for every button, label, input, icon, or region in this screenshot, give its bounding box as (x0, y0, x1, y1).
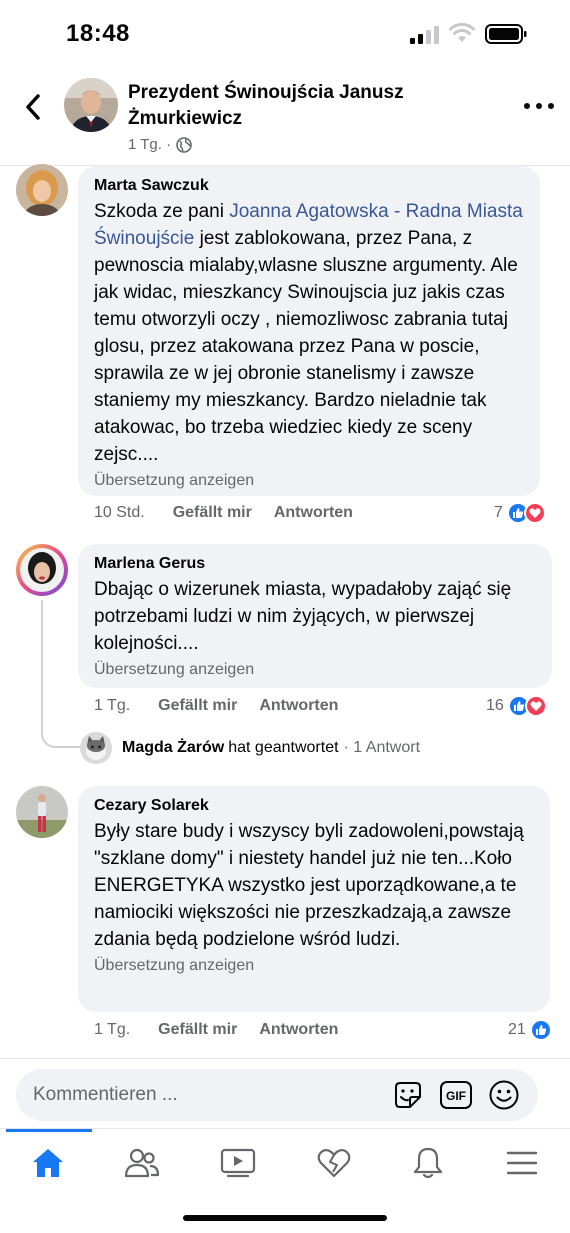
love-reaction-icon (524, 695, 547, 717)
post-time[interactable]: 1 Tg. · (128, 136, 171, 153)
comment-text-part: Szkoda ze pani (94, 201, 230, 222)
comment-text: Szkoda ze pani Joanna Agatowska - Radna … (94, 198, 524, 468)
reactions-summary[interactable]: 21 (508, 1019, 552, 1041)
back-button[interactable] (18, 90, 48, 124)
nav-dating[interactable] (314, 1145, 354, 1181)
more-dot (548, 103, 554, 109)
nav-menu[interactable] (502, 1145, 542, 1181)
bell-icon (413, 1147, 443, 1179)
comment-actions: 1 Tg. Gefällt mir Antworten (94, 1021, 360, 1039)
reply-count: · 1 Antwort (343, 739, 421, 756)
comment-author[interactable]: Marlena Gerus (94, 554, 536, 574)
comment-actions: 1 Tg. Gefällt mir Antworten (94, 697, 360, 715)
commenter-avatar[interactable] (16, 786, 68, 838)
comment-text-part: jest zablokowana, przez Pana, z pewnosci… (94, 228, 518, 465)
reply-button[interactable]: Antworten (259, 1021, 338, 1039)
comment-bubble[interactable]: Marta Sawczuk Szkoda ze pani Joanna Agat… (78, 166, 540, 496)
reactions-summary[interactable]: 16 (486, 695, 547, 717)
gif-button[interactable]: GIF (440, 1079, 472, 1111)
see-translation-link[interactable]: Übersetzung anzeigen (94, 955, 534, 977)
page-title[interactable]: Prezydent Świnoujścia Janusz Żmurkiewicz (128, 80, 508, 132)
comment-author[interactable]: Marta Sawczuk (94, 176, 524, 196)
gif-icon: GIF (440, 1081, 472, 1109)
love-reaction-icon (523, 502, 546, 524)
commenter-avatar[interactable] (16, 164, 68, 216)
emoji-button[interactable] (488, 1079, 520, 1111)
like-button[interactable]: Gefällt mir (158, 697, 237, 715)
globe-icon (176, 136, 192, 153)
reply-button[interactable]: Antworten (259, 697, 338, 715)
reaction-count: 7 (494, 504, 503, 521)
battery-icon (485, 24, 527, 44)
nav-notifications[interactable] (408, 1145, 448, 1181)
comment-text: Dbając o wizerunek miasta, wypadałoby za… (94, 579, 512, 654)
gif-label: GIF (446, 1089, 466, 1103)
comment-text: Były stare budy i wszyscy byli zadowolen… (94, 821, 524, 950)
author-avatar[interactable] (64, 78, 118, 132)
reactions-summary[interactable]: 7 (494, 502, 546, 524)
emoji-icon (489, 1080, 519, 1110)
wifi-icon (449, 22, 475, 42)
post-meta: 1 Tg. · (128, 136, 192, 153)
chevron-left-icon (26, 94, 40, 120)
replies-preview[interactable]: Magda Żarów hat geantwortet · 1 Antwort (80, 732, 420, 764)
commenter-avatar[interactable] (16, 544, 68, 596)
status-time: 18:48 (66, 20, 130, 47)
comment-time: 1 Tg. (94, 1021, 131, 1038)
more-dot (524, 103, 530, 109)
heart-icon (317, 1149, 351, 1178)
see-translation-link[interactable]: Übersetzung anzeigen (94, 659, 536, 681)
reply-author: Magda Żarów (122, 739, 225, 756)
more-dot (536, 103, 542, 109)
thread-connector (41, 600, 81, 748)
comment-time: 10 Std. (94, 504, 145, 521)
reaction-count: 21 (508, 1021, 526, 1038)
post-header: Prezydent Świnoujścia Janusz Żmurkiewicz… (0, 66, 570, 166)
comment-time: 1 Tg. (94, 697, 131, 714)
like-button[interactable]: Gefällt mir (158, 1021, 237, 1039)
more-options-button[interactable] (524, 96, 554, 116)
status-bar: 18:48 (0, 0, 570, 66)
comment-author[interactable]: Cezary Solarek (94, 796, 534, 816)
cellular-signal-icon (410, 26, 439, 44)
menu-icon (506, 1151, 538, 1175)
home-indicator[interactable] (183, 1215, 387, 1221)
reply-action: hat geantwortet (228, 739, 339, 756)
reply-avatar (80, 732, 112, 764)
comment-bubble[interactable]: Cezary Solarek Były stare budy i wszyscy… (78, 786, 550, 1012)
nav-home[interactable] (28, 1145, 68, 1181)
like-button[interactable]: Gefällt mir (173, 504, 252, 522)
nav-friends[interactable] (122, 1145, 162, 1181)
active-tab-indicator (6, 1129, 92, 1132)
nav-watch[interactable] (218, 1145, 258, 1181)
like-reaction-icon (529, 1019, 552, 1041)
friends-icon (124, 1148, 160, 1178)
reaction-count: 16 (486, 697, 504, 714)
comment-bubble[interactable]: Marlena Gerus Dbając o wizerunek miasta,… (78, 544, 552, 688)
comment-input-placeholder: Kommentieren ... (33, 1084, 178, 1105)
video-icon (220, 1148, 256, 1178)
comment-input[interactable]: Kommentieren ... GIF (16, 1069, 538, 1121)
reply-button[interactable]: Antworten (274, 504, 353, 522)
comment-actions: 10 Std. Gefällt mir Antworten (94, 504, 375, 522)
see-translation-link[interactable]: Übersetzung anzeigen (94, 470, 524, 492)
sticker-button[interactable] (392, 1079, 424, 1111)
comment-composer: Kommentieren ... GIF (0, 1058, 570, 1128)
sticker-icon (395, 1082, 421, 1108)
home-icon (33, 1149, 63, 1177)
bottom-navigation (0, 1128, 570, 1233)
